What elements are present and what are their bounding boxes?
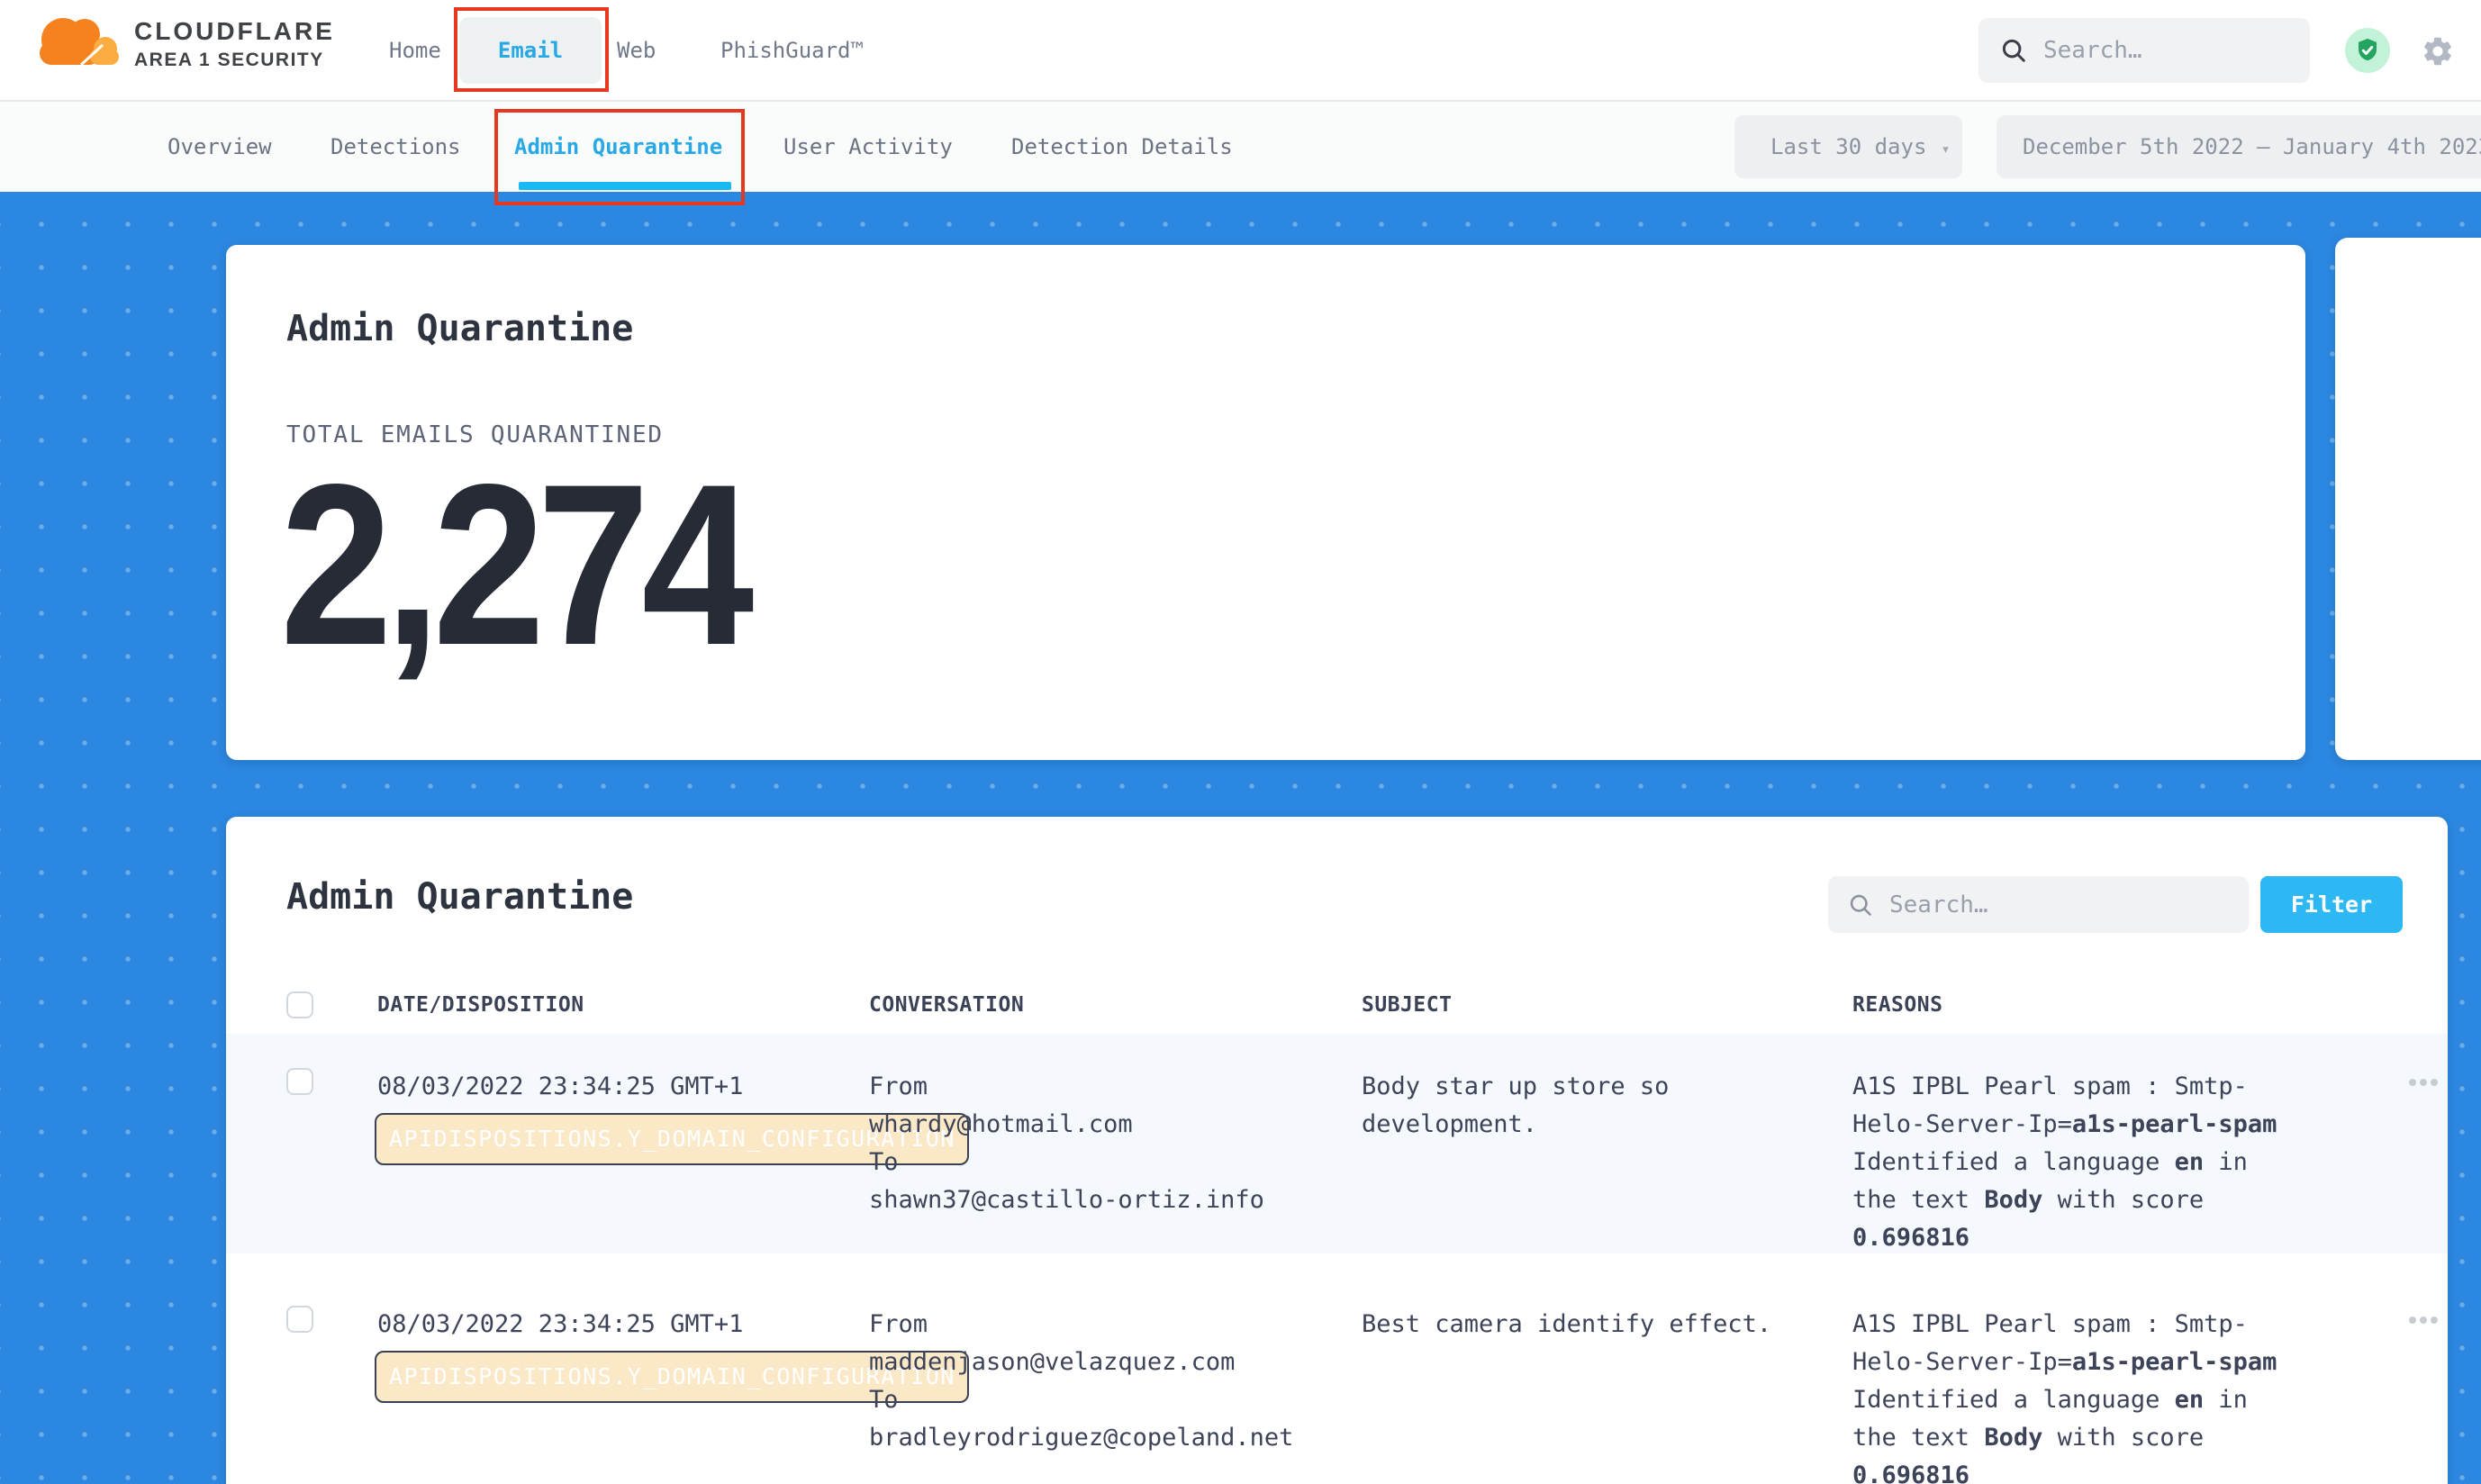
tab-detection-details[interactable]: Detection Details bbox=[1011, 102, 1233, 192]
cell-conversation: From maddenjason@velazquez.com To bradle… bbox=[869, 1306, 1362, 1457]
quarantine-card: Admin Quarantine Filter DATE/DISPOSITION… bbox=[226, 817, 2448, 1484]
shield-check-icon bbox=[2354, 37, 2381, 64]
security-status-badge[interactable] bbox=[2345, 28, 2390, 73]
row-checkbox[interactable] bbox=[286, 1306, 313, 1333]
cell-reasons: A1S IPBL Pearl spam : Smtp-Helo-Server-I… bbox=[1852, 1306, 2298, 1484]
from-address: maddenjason@velazquez.com bbox=[869, 1344, 1362, 1381]
nav-item-home[interactable]: Home bbox=[389, 0, 441, 102]
table-search-input[interactable] bbox=[1889, 891, 2114, 918]
cell-date: 08/03/2022 23:34:25 GMT+1 bbox=[377, 1306, 869, 1344]
cloudflare-brand[interactable]: CLOUDFLARE AREA 1 SECURITY bbox=[29, 9, 335, 79]
table-header-row: DATE/DISPOSITION CONVERSATION SUBJECT RE… bbox=[226, 975, 2448, 1034]
column-header-reasons: REASONS bbox=[1852, 993, 2357, 1017]
to-label: To bbox=[869, 1381, 1362, 1419]
table-row: 08/03/2022 23:34:25 GMT+1 From maddenjas… bbox=[226, 1253, 2448, 1484]
select-all-checkbox[interactable] bbox=[286, 991, 313, 1018]
brand-subtitle: AREA 1 SECURITY bbox=[134, 50, 335, 71]
cloudflare-logo-icon bbox=[29, 9, 123, 79]
nav-item-web[interactable]: Web bbox=[617, 0, 656, 102]
row-checkbox[interactable] bbox=[286, 1068, 313, 1095]
to-address: shawn37@castillo-ortiz.info bbox=[869, 1181, 1362, 1219]
annotation-box-email-tab bbox=[454, 7, 609, 92]
date-range-dropdown[interactable]: Last 30 days ▾ bbox=[1734, 115, 1962, 178]
cell-date: 08/03/2022 23:34:25 GMT+1 bbox=[377, 1068, 869, 1106]
metric-value: 2,274 bbox=[280, 450, 747, 680]
row-actions-menu[interactable] bbox=[2409, 1079, 2448, 1086]
date-range-text: December 5th 2022 — January 4th 2023 bbox=[2023, 134, 2481, 159]
cell-subject: Body star up store so development. bbox=[1362, 1068, 1785, 1144]
tab-user-activity[interactable]: User Activity bbox=[783, 102, 953, 192]
cell-conversation: From whardy@hotmail.com To shawn37@casti… bbox=[869, 1068, 1362, 1219]
column-header-subject: SUBJECT bbox=[1362, 993, 1852, 1017]
row-actions-menu[interactable] bbox=[2409, 1317, 2448, 1324]
table-search[interactable] bbox=[1828, 876, 2249, 933]
tab-detections[interactable]: Detections bbox=[330, 102, 461, 192]
chevron-down-icon: ▾ bbox=[1941, 140, 1950, 158]
annotation-box-admin-quarantine-tab bbox=[494, 109, 745, 205]
nav-item-phishguard[interactable]: PhishGuard™ bbox=[720, 0, 864, 102]
filter-button[interactable]: Filter bbox=[2260, 876, 2403, 933]
global-search[interactable] bbox=[1978, 18, 2310, 83]
to-label: To bbox=[869, 1144, 1362, 1181]
cell-subject: Best camera identify effect. bbox=[1362, 1306, 1785, 1344]
table-row: 08/03/2022 23:34:25 GMT+1 From whardy@ho… bbox=[226, 1034, 2448, 1253]
date-range-display[interactable]: December 5th 2022 — January 4th 2023 bbox=[1997, 115, 2481, 178]
date-range-dropdown-label: Last 30 days bbox=[1770, 134, 1926, 159]
global-search-input[interactable] bbox=[2043, 37, 2268, 64]
column-header-date: DATE/DISPOSITION bbox=[377, 993, 869, 1017]
to-address: bradleyrodriguez@copeland.net bbox=[869, 1419, 1362, 1457]
from-label: From bbox=[869, 1068, 1362, 1106]
from-address: whardy@hotmail.com bbox=[869, 1106, 1362, 1144]
column-header-conversation: CONVERSATION bbox=[869, 993, 1362, 1017]
gear-icon[interactable] bbox=[2421, 34, 2455, 68]
summary-card: Admin Quarantine TOTAL EMAILS QUARANTINE… bbox=[226, 245, 2305, 760]
search-icon bbox=[1848, 892, 1873, 918]
brand-name: CLOUDFLARE bbox=[134, 17, 335, 46]
summary-card-title: Admin Quarantine bbox=[286, 308, 633, 349]
partial-stat-card bbox=[2335, 238, 2481, 760]
search-icon bbox=[2000, 37, 2027, 64]
quarantine-card-title: Admin Quarantine bbox=[286, 876, 633, 918]
tab-overview[interactable]: Overview bbox=[168, 102, 272, 192]
email-section-tabs: Overview Detections Admin Quarantine Use… bbox=[0, 102, 2481, 192]
cell-reasons: A1S IPBL Pearl spam : Smtp-Helo-Server-I… bbox=[1852, 1068, 2298, 1257]
dashboard-background: Admin Quarantine TOTAL EMAILS QUARANTINE… bbox=[0, 192, 2481, 1484]
from-label: From bbox=[869, 1306, 1362, 1344]
top-navbar: CLOUDFLARE AREA 1 SECURITY Home Email We… bbox=[0, 0, 2481, 102]
